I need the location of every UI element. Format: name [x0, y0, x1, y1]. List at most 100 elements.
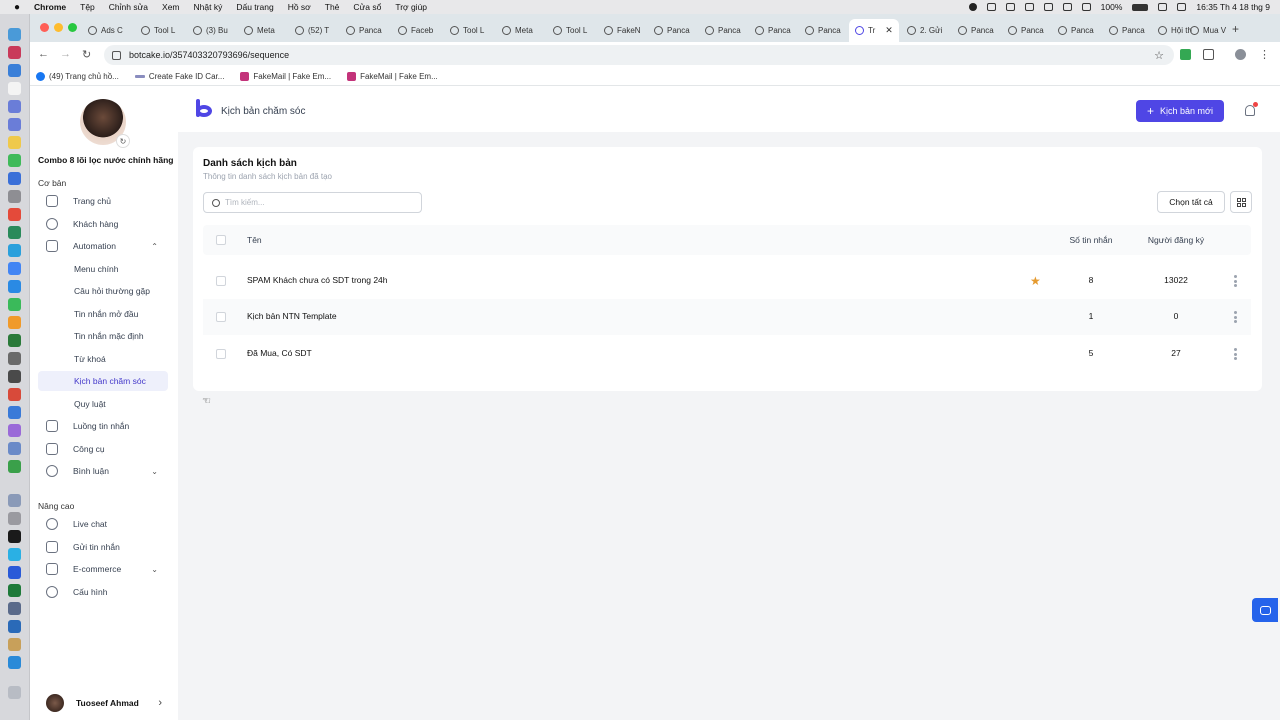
- sidebar-item-customers[interactable]: Khách hàng: [38, 214, 168, 234]
- sequence-name[interactable]: SPAM Khách chưa có SDT trong 24h: [247, 275, 388, 285]
- more-options-icon[interactable]: [1234, 311, 1237, 323]
- shop-avatar[interactable]: ↻: [80, 99, 130, 148]
- tab-11[interactable]: Panca: [654, 20, 690, 40]
- sidebar-sub-sequence[interactable]: Kịch bản chăm sóc: [38, 371, 168, 391]
- sidebar-sub-keywords[interactable]: Từ khoá: [38, 349, 168, 369]
- search-input[interactable]: [225, 198, 405, 207]
- bookmark-item[interactable]: FakeMail | Fake Em...: [240, 72, 331, 81]
- app-icon[interactable]: [8, 566, 21, 579]
- app-icon[interactable]: [8, 406, 21, 419]
- messenger-icon[interactable]: [8, 280, 21, 293]
- new-tab-button[interactable]: +: [1232, 22, 1239, 36]
- menubar-clock[interactable]: 16:35 Th 4 18 thg 9: [1196, 2, 1270, 12]
- tab-12[interactable]: Panca: [705, 20, 741, 40]
- record-icon[interactable]: [968, 3, 977, 11]
- select-all-button[interactable]: Chọn tất cả: [1157, 191, 1225, 213]
- sidebar-item-comments[interactable]: Bình luận ⌄: [38, 461, 168, 481]
- chrome-icon[interactable]: [8, 262, 21, 275]
- app-icon[interactable]: [8, 64, 21, 77]
- menu-help[interactable]: Trợ giúp: [395, 2, 427, 12]
- battery-icon[interactable]: [1132, 3, 1149, 11]
- sidebar-item-live-chat[interactable]: Live chat: [38, 514, 168, 534]
- user-profile[interactable]: Tuoseef Ahmad ›: [46, 693, 162, 713]
- sidebar-sub-default-message[interactable]: Tin nhắn mặc định: [38, 326, 168, 346]
- trash-icon[interactable]: [8, 686, 21, 699]
- app-icon[interactable]: [8, 442, 21, 455]
- menu-app-name[interactable]: Chrome: [34, 2, 66, 12]
- send-status-icon[interactable]: [1062, 3, 1072, 11]
- switch-page-icon[interactable]: ↻: [116, 134, 130, 148]
- app-icon[interactable]: [8, 388, 21, 401]
- support-chat-button[interactable]: [1252, 598, 1278, 622]
- more-options-icon[interactable]: [1234, 275, 1237, 287]
- tab-13[interactable]: Panca: [755, 20, 791, 40]
- tab-10[interactable]: FakeN: [604, 20, 641, 40]
- menu-bookmarks[interactable]: Dấu trang: [236, 2, 273, 12]
- menu-file[interactable]: Tệp: [80, 2, 95, 12]
- tab-9[interactable]: Tool L: [553, 20, 587, 40]
- forward-icon[interactable]: →: [60, 48, 71, 60]
- sidebar-sub-rules[interactable]: Quy luật: [38, 394, 168, 414]
- sidebar-item-send-message[interactable]: Gửi tin nhắn: [38, 537, 168, 557]
- star-icon[interactable]: ★: [1030, 274, 1041, 288]
- tab-4[interactable]: (52) T: [295, 20, 329, 40]
- more-options-icon[interactable]: [1234, 348, 1237, 360]
- tab-16[interactable]: 2. Gửi: [907, 20, 942, 40]
- new-sequence-button[interactable]: + Kịch bản mới: [1136, 100, 1224, 122]
- close-tab-icon[interactable]: ✕: [885, 25, 893, 36]
- vpn-icon[interactable]: [1043, 3, 1053, 11]
- table-row[interactable]: Kịch bản NTN Template 1 0: [203, 299, 1251, 335]
- calendar-icon[interactable]: [8, 82, 21, 95]
- app-icon[interactable]: [8, 190, 21, 203]
- app-icon[interactable]: [8, 208, 21, 221]
- app-icon[interactable]: [8, 352, 21, 365]
- table-row[interactable]: Đã Mua, Có SDT 5 27: [203, 336, 1251, 372]
- tab-7[interactable]: Tool L: [450, 20, 484, 40]
- sidebar-sub-welcome-message[interactable]: Tin nhắn mở đầu: [38, 304, 168, 324]
- sidebar-sub-main-menu[interactable]: Menu chính: [38, 259, 168, 279]
- profile-icon[interactable]: [1235, 49, 1246, 60]
- messages-icon[interactable]: [8, 154, 21, 167]
- finder-icon[interactable]: [8, 28, 21, 41]
- browser-menu-icon[interactable]: ⋮: [1259, 48, 1270, 61]
- tab-18[interactable]: Panca: [1008, 20, 1044, 40]
- menu-tab[interactable]: Thẻ: [325, 2, 340, 12]
- back-icon[interactable]: ←: [38, 48, 49, 60]
- site-info-icon[interactable]: [112, 50, 121, 60]
- sidebar-item-tools[interactable]: Công cụ: [38, 439, 168, 459]
- row-checkbox[interactable]: [216, 312, 226, 322]
- sequence-name[interactable]: Kịch bản NTN Template: [247, 311, 337, 321]
- tab-6[interactable]: Faceb: [398, 20, 433, 40]
- tab-2[interactable]: (3) Bu: [193, 20, 228, 40]
- search-box[interactable]: [203, 192, 422, 213]
- tab-0[interactable]: Ads C: [88, 20, 123, 40]
- app-icon[interactable]: [8, 316, 21, 329]
- tab-8[interactable]: Meta: [502, 20, 533, 40]
- app-icon[interactable]: [8, 46, 21, 59]
- sequence-name[interactable]: Đã Mua, Có SDT: [247, 348, 312, 358]
- app-icon[interactable]: [8, 370, 21, 383]
- app-icon[interactable]: [8, 118, 21, 131]
- app-icon[interactable]: [8, 334, 21, 347]
- tab-17[interactable]: Panca: [958, 20, 994, 40]
- terminal-icon[interactable]: [8, 530, 21, 543]
- botcake-logo-icon[interactable]: [196, 99, 212, 117]
- zoom-window-icon[interactable]: [68, 23, 77, 32]
- menu-history[interactable]: Nhật ký: [194, 2, 223, 12]
- app-icon[interactable]: [8, 638, 21, 651]
- table-row[interactable]: SPAM Khách chưa có SDT trong 24h ★ 8 130…: [203, 263, 1251, 299]
- app-icon[interactable]: [8, 494, 21, 507]
- app-icon[interactable]: [8, 424, 21, 437]
- app-icon[interactable]: [8, 298, 21, 311]
- notification-bell-icon[interactable]: [1245, 102, 1258, 116]
- apple-menu-icon[interactable]: ●: [10, 2, 24, 13]
- tab-20[interactable]: Panca: [1109, 20, 1145, 40]
- notes-icon[interactable]: [8, 136, 21, 149]
- menu-window[interactable]: Cửa sổ: [353, 2, 381, 12]
- display-icon[interactable]: [1005, 3, 1015, 11]
- app-icon[interactable]: [8, 172, 21, 185]
- app-icon[interactable]: [8, 100, 21, 113]
- menu-view[interactable]: Xem: [162, 2, 179, 12]
- sidebar-item-ecommerce[interactable]: E-commerce ⌄: [38, 559, 168, 579]
- select-all-checkbox[interactable]: [216, 235, 226, 245]
